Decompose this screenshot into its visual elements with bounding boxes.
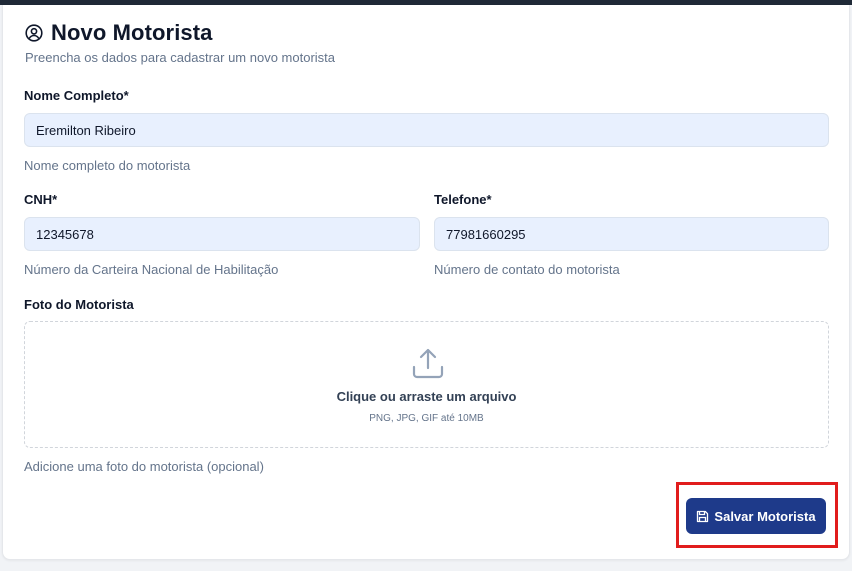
page-subtitle: Preencha os dados para cadastrar um novo… (25, 50, 336, 65)
dropzone-title: Clique ou arraste um arquivo (336, 389, 517, 404)
page-title: Novo Motorista (51, 20, 213, 45)
telefone-label: Telefone* (434, 192, 492, 207)
telefone-hint: Número de contato do motorista (434, 262, 620, 277)
upload-icon (411, 346, 445, 380)
foto-hint: Adicione uma foto do motorista (opcional… (24, 459, 264, 474)
nome-label: Nome Completo* (24, 88, 129, 103)
nome-input[interactable] (24, 113, 829, 147)
telefone-input[interactable] (434, 217, 829, 251)
nome-hint: Nome completo do motorista (24, 158, 191, 173)
dropzone-subtitle: PNG, JPG, GIF até 10MB (369, 413, 484, 424)
save-button[interactable]: Salvar Motorista (686, 498, 826, 534)
cnh-hint: Número da Carteira Nacional de Habilitaç… (24, 262, 279, 277)
foto-label: Foto do Motorista (24, 297, 134, 312)
cnh-label: CNH* (24, 192, 58, 207)
save-icon (696, 510, 709, 523)
cnh-input[interactable] (24, 217, 420, 251)
user-circle-icon (25, 24, 43, 42)
page-header: Novo Motorista (25, 18, 213, 48)
photo-dropzone[interactable]: Clique ou arraste um arquivo PNG, JPG, G… (24, 321, 829, 448)
form-card: Novo Motorista Preencha os dados para ca… (2, 5, 850, 560)
save-button-label: Salvar Motorista (714, 508, 816, 524)
